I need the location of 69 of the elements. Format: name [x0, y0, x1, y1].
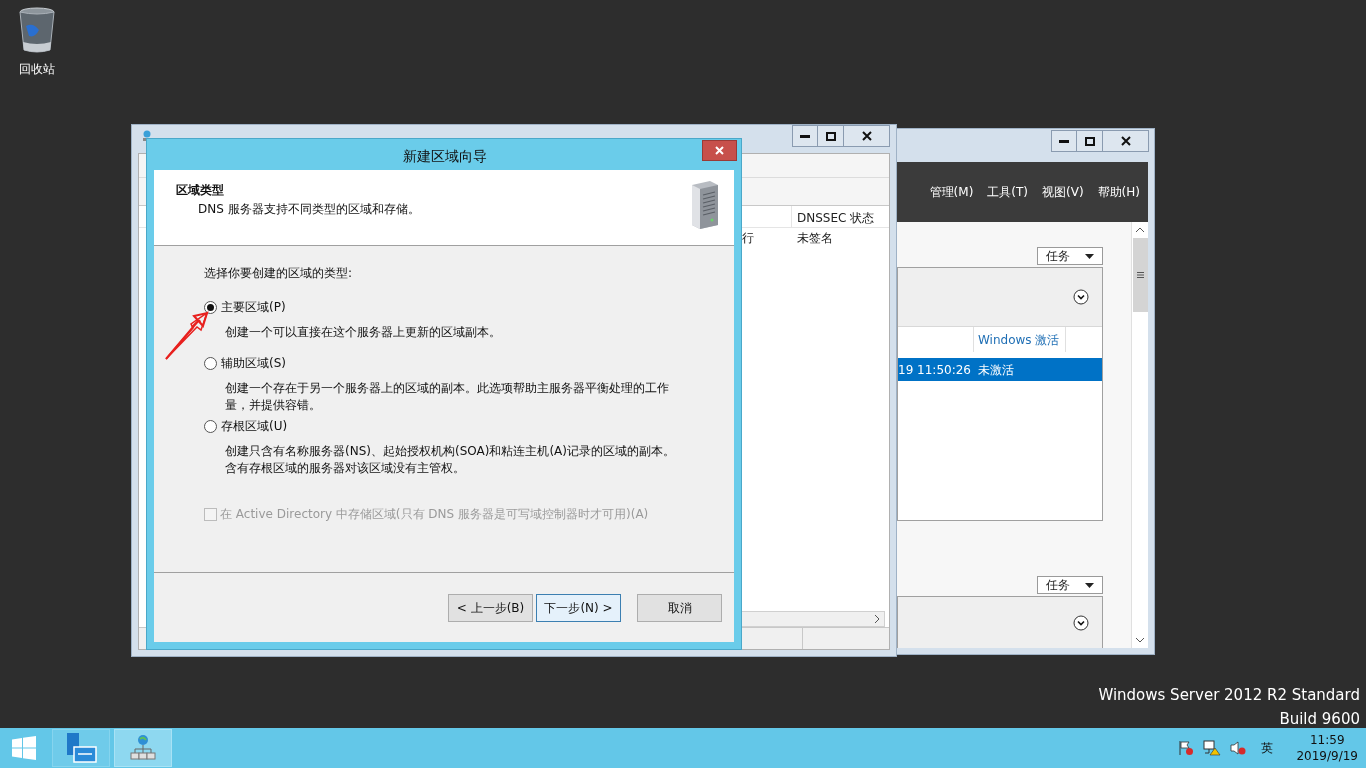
close-icon: [715, 146, 724, 155]
dialog-button[interactable]: < 上一步(B): [448, 594, 533, 622]
close-button[interactable]: [1103, 130, 1149, 152]
tasks-dropdown[interactable]: 任务: [1037, 247, 1103, 265]
windows-logo-icon: [12, 736, 36, 760]
minimize-icon: [800, 134, 810, 138]
radio-option[interactable]: 主要区域(P): [204, 298, 286, 316]
grip-icon: [1136, 272, 1144, 278]
radio-button[interactable]: [204, 300, 217, 314]
radio-option[interactable]: 辅助区域(S): [204, 354, 286, 372]
tasks-dropdown[interactable]: 任务: [1037, 576, 1103, 594]
flag-error-icon[interactable]: [1178, 740, 1195, 756]
table-cell-text: 未签名: [796, 230, 833, 247]
dialog-button[interactable]: 下一步(N) >: [536, 594, 621, 622]
option-description: 创建只含有名称服务器(NS)、起始授权机构(SOA)和粘连主机(A)记录的区域的副本。含有存根区域的服务器对该区域没有主管权。: [225, 443, 676, 477]
page-subtitle: DNS 服务器支持不同类型的区域和存储。: [197, 201, 420, 218]
table-cell-text: 未激活: [977, 361, 1014, 379]
minimize-icon: [1059, 139, 1069, 143]
option-description: 创建一个可以直接在这个服务器上更新的区域副本。: [225, 324, 502, 341]
column-header[interactable]: Windows 激活: [974, 327, 1067, 352]
close-icon: [1120, 136, 1131, 146]
network-warning-icon[interactable]: [1203, 740, 1222, 756]
table-row[interactable]: 19 11:50:26 未激活: [898, 358, 1102, 381]
desktop-icon[interactable]: 回收站: [8, 6, 66, 78]
radio-option[interactable]: 存根区域(U): [204, 417, 288, 435]
close-icon: [861, 131, 872, 141]
menu-item[interactable]: 帮助(H): [1097, 183, 1140, 201]
horizontal-scrollbar[interactable]: [739, 611, 885, 627]
chevron-down-icon[interactable]: [1073, 614, 1089, 631]
language-indicator[interactable]: 英: [1261, 739, 1274, 757]
page-title: 区域类型: [176, 182, 225, 199]
edition-text: Windows Server 2012 R2 Standard: [1098, 685, 1360, 706]
clock[interactable]: 11:59 2019/9/19: [1296, 732, 1358, 764]
server-manager-icon: [64, 731, 98, 765]
maximize-icon: [825, 131, 836, 141]
taskbar-app[interactable]: [114, 729, 172, 767]
column-header[interactable]: DNSSEC 状态: [792, 206, 875, 227]
maximize-icon: [1084, 136, 1095, 146]
caret-icon: [1085, 253, 1094, 259]
minimize-button[interactable]: [1051, 130, 1077, 152]
radio-button[interactable]: [204, 419, 217, 433]
caret-icon: [1085, 582, 1094, 588]
taskbar-app[interactable]: [52, 729, 110, 767]
menu-item[interactable]: 管理(M): [929, 183, 974, 201]
recycle-bin-icon: [17, 6, 57, 54]
maximize-button[interactable]: [818, 125, 844, 147]
radio-button[interactable]: [204, 356, 217, 370]
maximize-button[interactable]: [1077, 130, 1103, 152]
minimize-button[interactable]: [792, 125, 818, 147]
chevron-down-icon[interactable]: [1073, 289, 1089, 305]
icon-label: 回收站: [19, 61, 55, 78]
network-globe-icon: [129, 734, 157, 762]
option-description: 创建一个存在于另一个服务器上的区域的副本。此选项帮助主服务器平衡处理的工作量，并提供容错。: [225, 380, 670, 414]
vertical-scrollbar[interactable]: [1131, 222, 1148, 648]
scroll-thumb[interactable]: [1132, 238, 1148, 312]
close-button[interactable]: [844, 125, 890, 147]
menu-item[interactable]: 工具(T): [987, 183, 1029, 201]
edition-text: Build 9600: [1279, 709, 1360, 730]
annotation-arrow: [163, 310, 211, 362]
dialog-title: 新建区域向导: [401, 147, 488, 166]
speaker-muted-icon[interactable]: [1230, 740, 1247, 756]
clock-date: 2019/9/19: [1296, 748, 1358, 764]
close-button[interactable]: [702, 140, 737, 161]
menu-item[interactable]: 视图(V): [1042, 183, 1084, 201]
clock-time: 11:59: [1309, 732, 1345, 748]
dialog-button[interactable]: 取消: [637, 594, 722, 622]
table-cell-text: 行: [741, 230, 755, 247]
table-cell-text: 19 11:50:26: [898, 361, 972, 379]
prompt-text: 选择你要创建的区域的类型:: [204, 265, 354, 282]
